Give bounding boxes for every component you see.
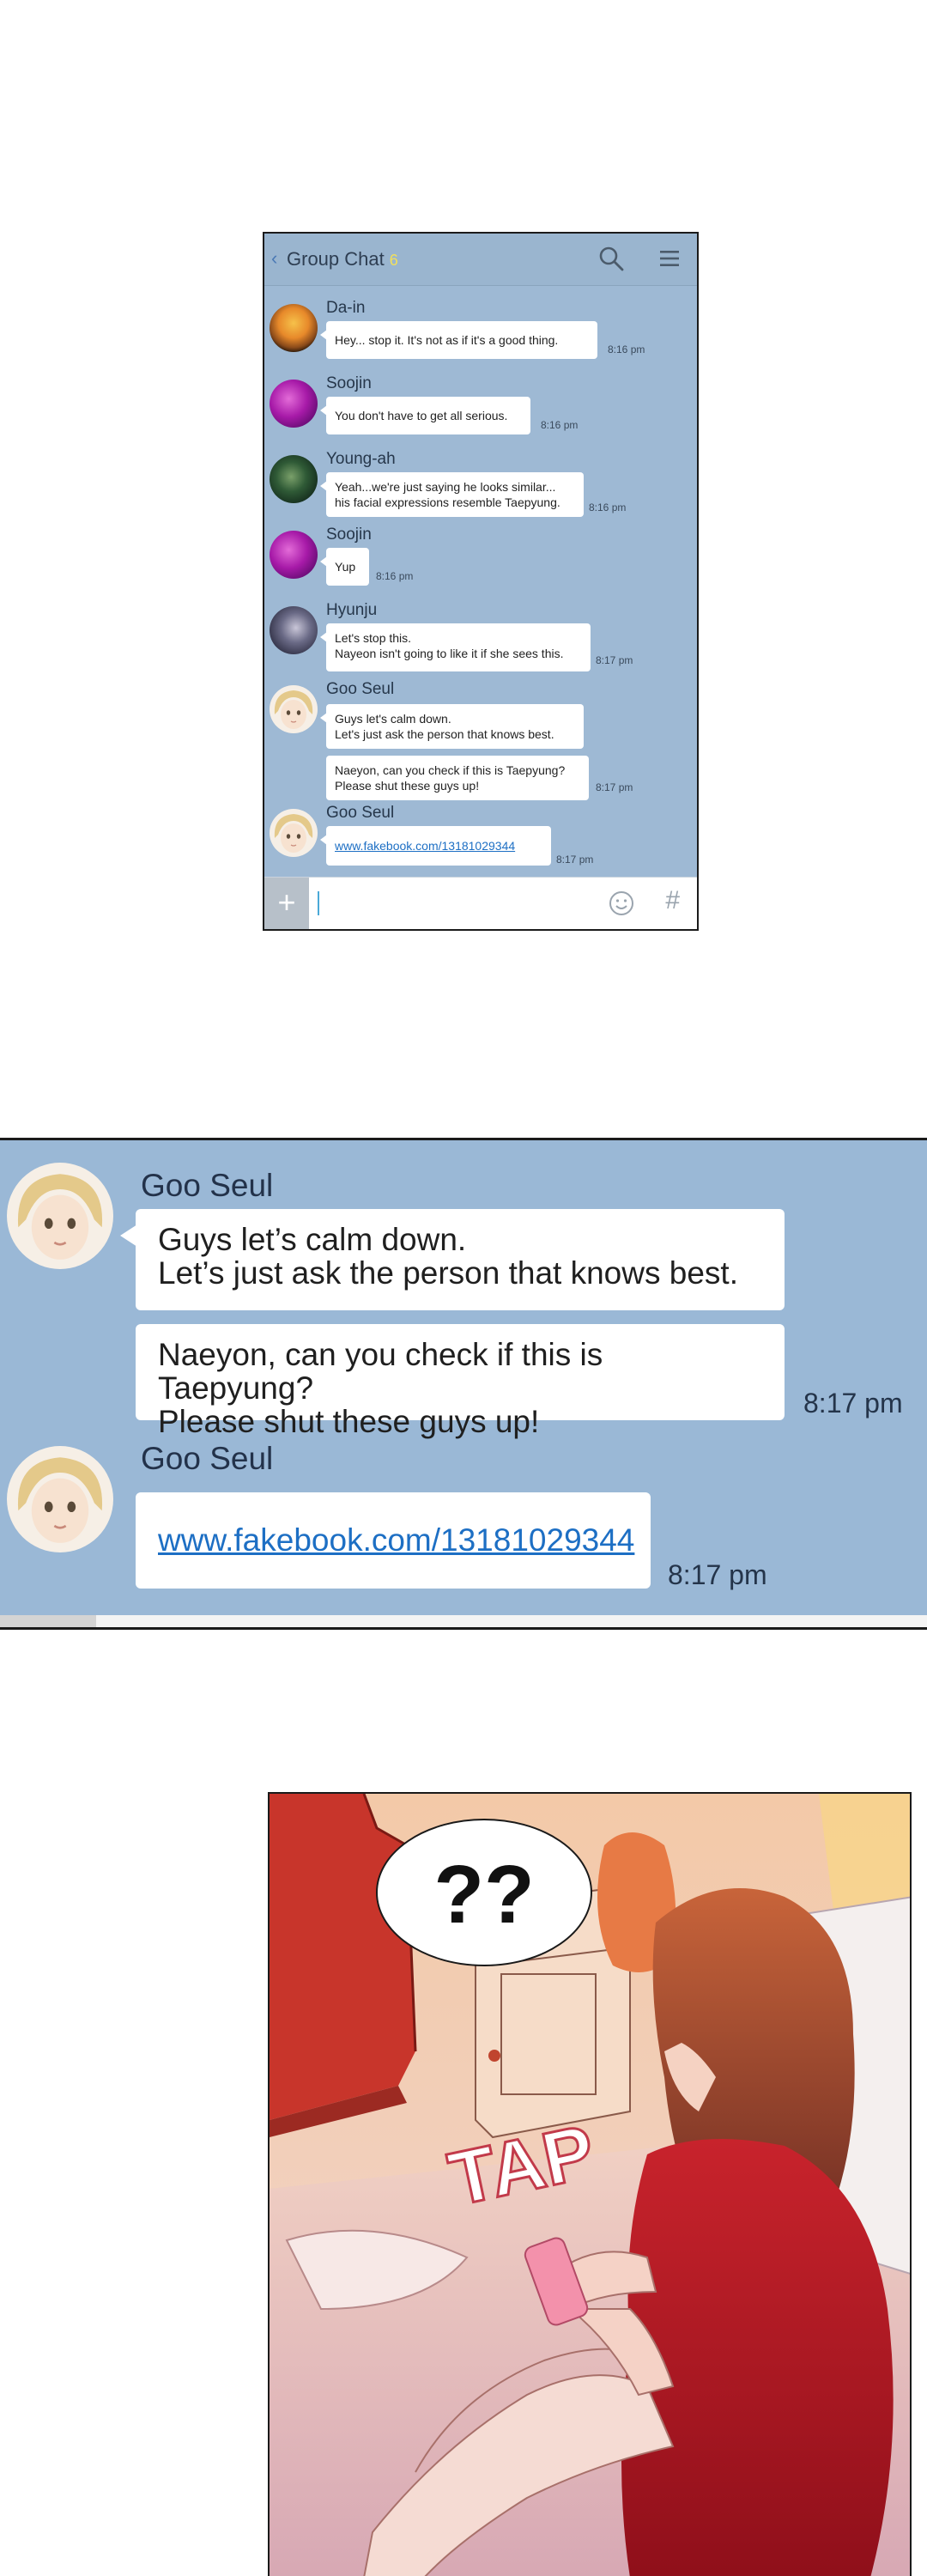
hamburger-menu-icon[interactable] — [657, 246, 682, 270]
message-time: 8:16 pm — [608, 343, 645, 355]
sender-name: Soojin — [326, 374, 372, 392]
sender-name: Goo Seul — [326, 804, 395, 822]
sender-name: Da-in — [326, 299, 366, 317]
avatar — [270, 606, 318, 654]
message-bubble: Yeah...we're just saying he looks simila… — [320, 472, 584, 517]
avatar — [270, 685, 318, 733]
avatar — [270, 531, 318, 579]
group-chat-phone: ‹ Group Chat 6 Da-in Hey... stop it. It's… — [263, 232, 699, 931]
message-bubble: Hey... stop it. It's not as if it's a go… — [320, 321, 597, 359]
scrollbar-thumb[interactable] — [0, 1615, 96, 1627]
message-bubble: Guys let’s calm down. Let’s just ask the… — [120, 1209, 785, 1310]
comic-scene-drawing: ?? TAP — [270, 1794, 910, 2576]
message-input-bar: + # — [264, 877, 697, 929]
scrollbar[interactable] — [0, 1615, 927, 1627]
avatar — [270, 380, 318, 428]
profile-link[interactable]: www.fakebook.com/13181029344 — [335, 839, 515, 853]
message-time: 8:17 pm — [803, 1388, 903, 1419]
avatar — [7, 1163, 113, 1269]
avatar — [270, 455, 318, 503]
profile-link[interactable]: www.fakebook.com/13181029344 — [158, 1522, 634, 1558]
avatar — [270, 809, 318, 857]
message-bubble: www.fakebook.com/13181029344 — [320, 826, 551, 866]
message-input[interactable] — [318, 891, 319, 915]
avatar — [7, 1446, 113, 1552]
message-time: 8:16 pm — [376, 570, 414, 582]
message-bubble: Yup — [320, 548, 369, 586]
message-time: 8:17 pm — [556, 854, 594, 866]
message-bubble: Let's stop this. Nayeon isn't going to l… — [320, 623, 591, 671]
avatar — [270, 304, 318, 352]
message-time: 8:16 pm — [589, 501, 627, 513]
hashtag-icon[interactable]: # — [665, 886, 680, 915]
message-bubble: www.fakebook.com/13181029344 — [136, 1492, 651, 1589]
sender-name: Young-ah — [326, 450, 396, 468]
plus-icon[interactable]: + — [264, 878, 309, 929]
speech-text: ?? — [433, 1849, 534, 1941]
chat-title: Group Chat 6 — [287, 248, 398, 270]
chat-header: ‹ Group Chat 6 — [264, 234, 697, 286]
sender-name: Goo Seul — [326, 680, 395, 698]
comic-illustration-panel: ?? TAP — [268, 1792, 912, 2576]
message-time: 8:17 pm — [668, 1559, 767, 1590]
member-count: 6 — [389, 252, 398, 269]
message-time: 8:17 pm — [596, 781, 633, 793]
message-bubble: Naeyon, can you check if this is Taepyun… — [136, 1324, 785, 1438]
sender-name: Soojin — [326, 526, 372, 544]
message-bubble: Guys let's calm down. Let's just ask the… — [320, 704, 584, 749]
sender-name: Hyunju — [326, 601, 378, 619]
smiley-icon[interactable] — [608, 890, 635, 917]
search-icon[interactable] — [597, 245, 625, 272]
message-bubble: You don't have to get all serious. — [320, 397, 530, 434]
message-time: 8:16 pm — [541, 419, 579, 431]
message-bubble: Naeyon, can you check if this is Taepyun… — [326, 756, 589, 800]
message-time: 8:17 pm — [596, 654, 633, 666]
zoomed-chat-panel: Goo Seul Guys let’s calm down. Let’s jus… — [0, 1138, 927, 1630]
chevron-left-icon[interactable]: ‹ — [271, 247, 277, 270]
sender-name: Goo Seul — [141, 1441, 274, 1476]
sender-name: Goo Seul — [141, 1168, 274, 1203]
